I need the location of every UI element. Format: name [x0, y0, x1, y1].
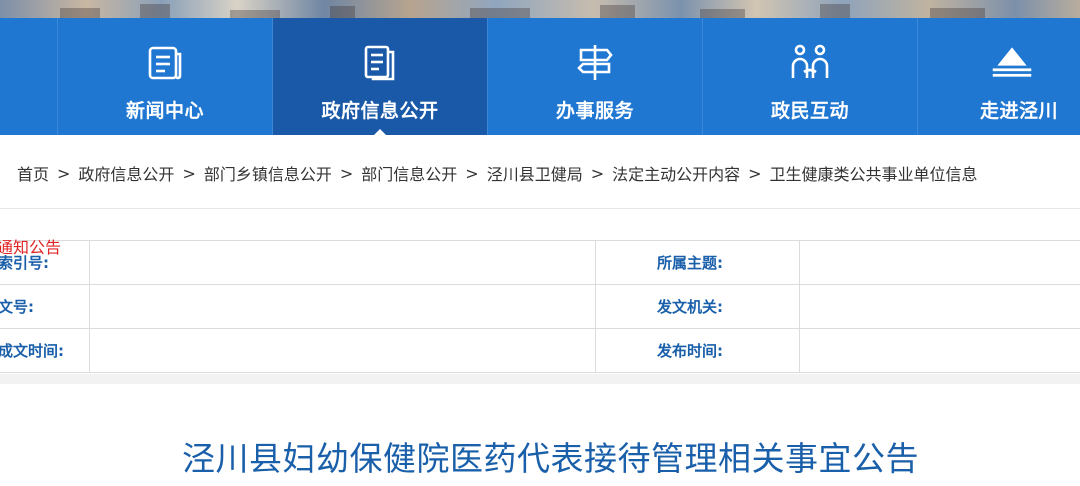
nav-label: 政府信息公开	[321, 100, 439, 122]
nav-item-services[interactable]: 办事服务	[488, 18, 703, 135]
publish-date-label: 发布时间:	[657, 342, 723, 360]
doc-number-label: 文号:	[0, 298, 34, 316]
info-row: 索引号: 所属主题:	[0, 241, 1080, 285]
breadcrumb-separator: >	[339, 163, 354, 183]
nav-item-interaction[interactable]: 政民互动	[703, 18, 918, 135]
breadcrumb-separator: >	[182, 163, 196, 183]
header-banner-image	[0, 0, 1080, 18]
nav-left-edge	[0, 18, 58, 135]
breadcrumb-link-health-units[interactable]: 卫生健康类公共事业单位信息	[770, 161, 978, 185]
breadcrumb: 首页 > 政府信息公开 > 部门乡镇信息公开 > 部门信息公开 > 泾川县卫健局…	[17, 161, 978, 185]
article-title: 泾川县妇幼保健院医药代表接待管理相关事宜公告	[182, 439, 919, 478]
nav-label: 办事服务	[555, 100, 634, 122]
issuing-agency-value	[800, 285, 1080, 329]
nav-label: 走进泾川	[979, 100, 1058, 122]
written-date-value	[90, 329, 596, 373]
breadcrumb-link-dept-town[interactable]: 部门乡镇信息公开	[204, 161, 332, 185]
breadcrumb-link-statutory[interactable]: 法定主动公开内容	[612, 161, 740, 185]
people-icon	[788, 40, 832, 84]
main-nav: 新闻中心 政府信息公开 办事服务 政民互动 走进泾川	[0, 18, 1080, 136]
nav-label: 新闻中心	[125, 100, 204, 122]
divider	[0, 208, 1080, 209]
nav-label: 政民互动	[770, 100, 849, 122]
info-row: 成文时间: 发布时间:	[0, 329, 1080, 373]
breadcrumb-link-dept-info[interactable]: 部门信息公开	[361, 161, 457, 185]
breadcrumb-separator: >	[748, 163, 762, 183]
nav-item-about[interactable]: 走进泾川	[918, 18, 1080, 135]
doc-number-value	[90, 285, 596, 329]
index-number-value	[90, 241, 596, 285]
section-divider	[0, 374, 1080, 384]
publish-date-value	[800, 329, 1080, 373]
nav-item-news[interactable]: 新闻中心	[58, 18, 273, 135]
breadcrumb-separator: >	[57, 163, 71, 183]
document-list-icon	[358, 40, 402, 84]
topic-label: 所属主题:	[657, 254, 723, 272]
category-tag: 通知公告	[0, 238, 62, 257]
breadcrumb-separator: >	[590, 163, 605, 183]
nav-item-gov-info[interactable]: 政府信息公开	[273, 18, 488, 136]
breadcrumb-link-health-bureau[interactable]: 泾川县卫健局	[487, 161, 583, 185]
signpost-icon	[573, 40, 617, 84]
topic-value	[800, 241, 1080, 285]
written-date-label: 成文时间:	[0, 342, 64, 360]
info-table: 索引号: 所属主题: 文号: 发文机关: 成文时间: 发布时间:	[0, 240, 1080, 373]
info-row: 文号: 发文机关:	[0, 285, 1080, 329]
mountain-icon	[990, 40, 1034, 84]
issuing-agency-label: 发文机关:	[657, 298, 723, 316]
newspaper-icon	[143, 40, 187, 84]
breadcrumb-link-gov-info[interactable]: 政府信息公开	[78, 161, 174, 185]
breadcrumb-separator: >	[465, 163, 479, 183]
breadcrumb-link-home[interactable]: 首页	[17, 161, 49, 185]
